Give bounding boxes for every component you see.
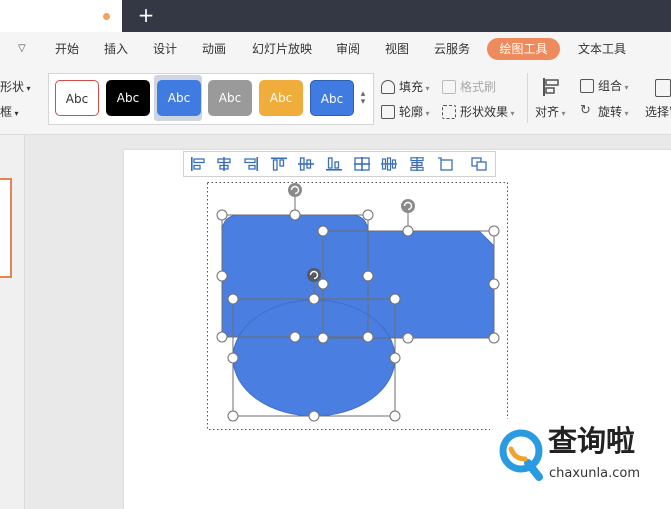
outline-icon	[381, 105, 395, 119]
menu-home[interactable]: 开始	[55, 40, 79, 58]
selection-pane-button[interactable]: 选择窗	[645, 104, 671, 120]
ellipse-shape[interactable]	[232, 299, 396, 417]
style-swatch-orange[interactable]: Abc	[259, 80, 303, 116]
align-button[interactable]: 对齐 ▾	[535, 104, 566, 122]
style-swatch-white[interactable]: Abc	[55, 80, 99, 116]
style-swatch-blue[interactable]: Abc	[157, 80, 201, 116]
search-logo-icon	[499, 429, 543, 481]
menu-slideshow[interactable]: 幻灯片放映	[252, 40, 312, 58]
gallery-more-icon[interactable]: ▴ ▾	[358, 90, 368, 107]
selection-pane-icon	[655, 79, 671, 97]
menu-drawing-tools[interactable]: 绘图工具	[487, 38, 560, 60]
menu-insert[interactable]: 插入	[104, 40, 128, 58]
new-tab-plus-icon[interactable]: +	[136, 3, 156, 27]
group-icon	[580, 79, 594, 93]
menu-collapse-icon[interactable]: ▽	[18, 40, 32, 58]
rotate-button[interactable]: 旋转 ▾	[598, 104, 629, 122]
menu-view[interactable]: 视图	[385, 40, 409, 58]
shape-effect-button[interactable]: 形状效果 ▾	[460, 104, 515, 122]
menu-cloud[interactable]: 云服务	[434, 40, 470, 58]
watermark-title: 查询啦	[548, 424, 636, 458]
menu-review[interactable]: 审阅	[336, 40, 360, 58]
shape-partial-button[interactable]: 形状 ▾	[0, 79, 31, 97]
shape-effect-icon	[442, 105, 456, 119]
rotate-handle-icon[interactable]	[307, 268, 321, 282]
tab-strip	[122, 0, 671, 32]
format-brush-icon	[442, 80, 456, 94]
outline-button[interactable]: 轮廓 ▾	[399, 104, 430, 122]
textbox-partial-button[interactable]: 框 ▾	[0, 104, 19, 122]
menu-animation[interactable]: 动画	[202, 40, 226, 58]
style-swatch-gray[interactable]: Abc	[208, 80, 252, 116]
fill-button[interactable]: 填充 ▾	[399, 79, 430, 97]
group-button[interactable]: 组合 ▾	[598, 78, 629, 96]
style-swatch-blue-outline[interactable]: Abc	[310, 80, 354, 116]
menu-text-tools[interactable]: 文本工具	[578, 40, 626, 58]
unsaved-dot-icon	[103, 13, 110, 20]
align-icon	[540, 76, 562, 98]
panel-divider	[24, 135, 25, 509]
rotate-handle-icon[interactable]	[288, 183, 302, 197]
format-brush-button[interactable]: 格式刷	[460, 79, 496, 95]
fill-icon	[381, 80, 395, 94]
ribbon-separator	[527, 73, 528, 123]
watermark-url: chaxunla.com	[549, 466, 640, 481]
rotate-icon: ↻	[580, 103, 591, 118]
rotate-handle-icon[interactable]	[401, 199, 415, 213]
style-swatch-black[interactable]: Abc	[106, 80, 150, 116]
slide-thumbnail[interactable]	[0, 178, 12, 278]
menu-design[interactable]: 设计	[153, 40, 177, 58]
